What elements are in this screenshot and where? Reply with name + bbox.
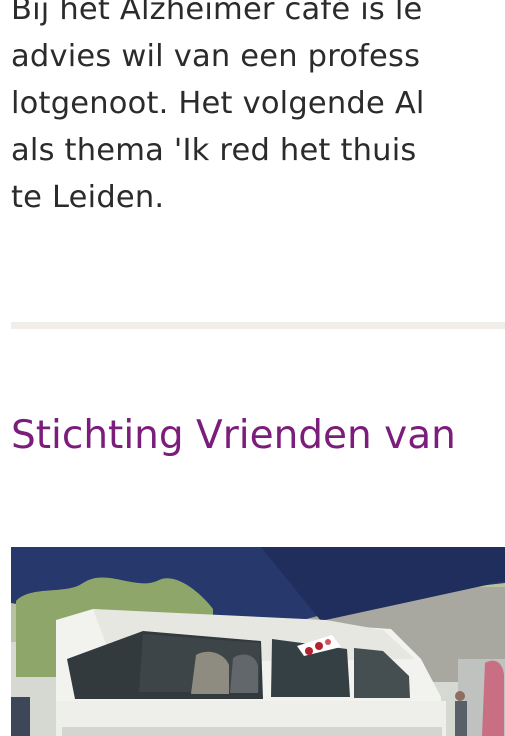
page: Bij het Alzheimer café is le advies wil … xyxy=(0,0,505,736)
article-photo[interactable] xyxy=(11,547,505,736)
article-line-1: Bij het Alzheimer café is le xyxy=(11,0,423,27)
van-photo-illustration xyxy=(11,547,505,736)
article-line-4: als thema 'Ik red het thuis xyxy=(11,133,417,168)
section-divider xyxy=(11,322,505,329)
article-line-3: lotgenoot. Het volgende Al xyxy=(11,86,425,121)
article-paragraph: Bij het Alzheimer café is le advies wil … xyxy=(11,0,505,221)
article-line-5: te Leiden. xyxy=(11,180,165,215)
section-title[interactable]: Stichting Vrienden van xyxy=(11,408,456,464)
article-line-2: advies wil van een profess xyxy=(11,39,421,74)
